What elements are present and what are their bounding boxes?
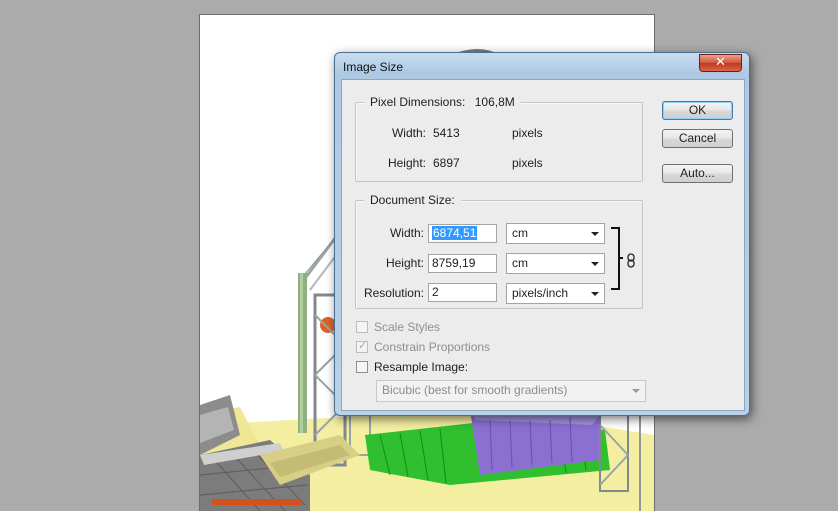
resolution-unit: pixels/inch <box>512 286 569 300</box>
chevron-down-icon <box>591 292 599 296</box>
pixel-height-value: 6897 <box>433 156 460 170</box>
pixel-height-label: Height: <box>387 156 426 170</box>
resolution-input[interactable]: 2 <box>428 283 497 302</box>
resolution-label: Resolution: <box>363 286 424 300</box>
constrain-proportions-label: Constrain Proportions <box>374 340 491 354</box>
doc-width-value: 6874,51 <box>432 226 478 240</box>
pixel-width-label: Width: <box>391 126 426 140</box>
auto-button[interactable]: Auto... <box>662 164 733 183</box>
doc-height-label: Height: <box>385 256 424 270</box>
doc-height-input[interactable]: 8759,19 <box>428 254 497 273</box>
doc-height-unit: cm <box>512 256 528 270</box>
link-chain-icon[interactable] <box>626 253 636 269</box>
cancel-button[interactable]: Cancel <box>662 129 733 148</box>
pixel-dimensions-label: Pixel Dimensions: <box>370 95 466 109</box>
checkmark-icon: ✓ <box>358 339 368 352</box>
scale-styles-checkbox[interactable] <box>356 321 368 333</box>
resample-method-value: Bicubic (best for smooth gradients) <box>382 383 568 397</box>
doc-width-unit-select[interactable]: cm <box>506 223 605 244</box>
pixel-width-unit: pixels <box>512 126 543 140</box>
doc-width-unit: cm <box>512 226 528 240</box>
resolution-value: 2 <box>432 285 439 299</box>
resample-image-checkbox[interactable] <box>356 361 368 373</box>
close-icon: ✕ <box>715 55 726 70</box>
pixel-height-unit: pixels <box>512 156 543 170</box>
document-size-label: Document Size: <box>364 193 461 207</box>
resolution-unit-select[interactable]: pixels/inch <box>506 283 605 304</box>
resample-image-label: Resample Image: <box>374 360 469 374</box>
chevron-down-icon <box>591 232 599 236</box>
ok-button[interactable]: OK <box>662 101 733 120</box>
dialog-title: Image Size <box>343 60 404 74</box>
chevron-down-icon <box>591 262 599 266</box>
close-button[interactable]: ✕ <box>699 54 742 72</box>
chevron-down-icon <box>632 389 640 393</box>
doc-height-unit-select[interactable]: cm <box>506 253 605 274</box>
constrain-proportions-checkbox[interactable]: ✓ <box>356 339 368 353</box>
pixel-dimensions-legend: Pixel Dimensions: 106,8M <box>364 95 521 109</box>
dialog-client-area: Pixel Dimensions: 106,8M Width: 5413 pix… <box>341 79 745 411</box>
pixel-width-value: 5413 <box>433 126 460 140</box>
scale-styles-label: Scale Styles <box>374 320 441 334</box>
image-size-dialog: Image Size ✕ Pixel Dimensions: 106,8M Wi… <box>334 52 750 416</box>
doc-height-value: 8759,19 <box>432 256 476 270</box>
doc-width-label: Width: <box>389 226 424 240</box>
pixel-dimensions-value: 106,8M <box>474 95 515 109</box>
pixel-dimensions-group: Pixel Dimensions: 106,8M Width: 5413 pix… <box>355 95 643 182</box>
document-size-group: Document Size: Width: 6874,51 cm Height:… <box>355 193 643 309</box>
resample-method-select[interactable]: Bicubic (best for smooth gradients) <box>376 380 646 402</box>
doc-width-input[interactable]: 6874,51 <box>428 224 497 243</box>
